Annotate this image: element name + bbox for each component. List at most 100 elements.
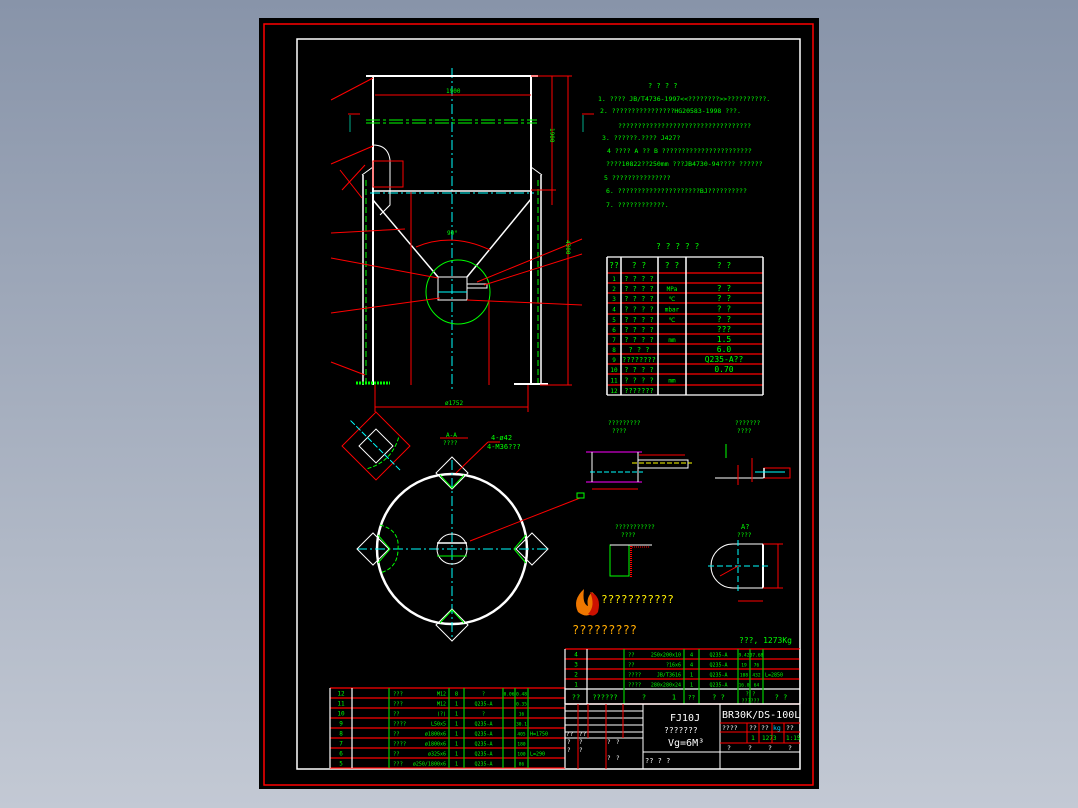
tb-label: ??: [786, 724, 794, 732]
sign-label: ?: [607, 755, 611, 762]
part-quantity: 1: [690, 683, 693, 689]
plan-hole-note-1: 4-ø42: [491, 434, 512, 442]
param-row-value: ? ?: [717, 294, 732, 303]
part-spec: JB/T3616: [657, 673, 681, 679]
tb-bottom-label: ?: [748, 744, 752, 752]
param-row-name: ? ? ? ?: [624, 306, 654, 314]
plan-view-sub: ????: [443, 440, 458, 447]
part-total-weight: 30.1: [516, 722, 527, 728]
part-quantity: 1: [455, 702, 458, 708]
detail-4-sub: ????: [737, 532, 752, 539]
note-line: ????10822??250mm ???JB4730-94???? ??????: [606, 160, 763, 168]
part-name: ???: [393, 762, 403, 768]
part-spec: (?): [437, 712, 446, 718]
header-drawing-no: ??????: [592, 694, 617, 702]
dim-overall-height: 4300: [564, 240, 571, 255]
part-spec: 250x200x10: [651, 653, 681, 659]
param-row-number: 9: [612, 357, 616, 364]
param-row-unit: mm: [668, 337, 676, 344]
detail-3-sub: ????: [621, 532, 636, 539]
tb-label: ??: [761, 724, 769, 732]
param-row-value: Q235-A??: [705, 355, 744, 364]
part-material: Q235-A: [709, 663, 727, 669]
param-row-value: ? ?: [717, 315, 732, 324]
tb-bottom-label: ?: [788, 744, 792, 752]
cone-angle-label: 90°: [447, 230, 458, 237]
note-line: 7. ????????????.: [606, 201, 669, 209]
part-name: ??: [393, 712, 400, 718]
header-spec: 1: [672, 694, 676, 702]
param-row-number: 8: [612, 347, 616, 354]
param-row-number: 2: [612, 286, 616, 293]
tb-bottom-label: ?: [727, 744, 731, 752]
param-table-header: ? ?: [717, 261, 732, 270]
param-row-name: ? ? ? ?: [624, 326, 654, 334]
param-row-name: ? ? ? ?: [624, 295, 654, 303]
part-material: Q235-A: [474, 732, 492, 738]
part-name: ???: [393, 692, 403, 698]
dim-bottom-width: ø1752: [445, 400, 463, 407]
param-row-name: ? ? ? ?: [624, 316, 654, 324]
param-row-name: ???????: [624, 387, 654, 395]
part-quantity: 1: [455, 712, 458, 718]
part-spec: M12: [437, 702, 446, 708]
part-material: Q235-A: [474, 752, 492, 758]
part-number: 12: [337, 691, 345, 698]
part-name: ???: [393, 702, 403, 708]
notes-title: ? ? ? ?: [648, 82, 678, 90]
part-material: Q235-A: [474, 762, 492, 768]
part-number: 10: [337, 711, 345, 718]
param-row-name: ? ? ?: [628, 346, 649, 354]
detail-2-title: ???????: [735, 420, 761, 427]
part-unit-weight: 16.0: [739, 683, 750, 689]
param-row-number: 10: [610, 367, 618, 374]
note-line: 1. ???? JB/T4736-1997<<????????>>???????…: [598, 95, 770, 103]
param-row-name: ????????: [622, 356, 656, 364]
part-name: ????: [393, 742, 406, 748]
part-name: ??: [628, 663, 635, 669]
drawing-number: BR30K/DS-100L: [722, 710, 800, 721]
note-line: 2. ????????????????HG20583-1998 ???.: [600, 107, 741, 115]
part-quantity: 1: [690, 673, 693, 679]
note-line: 3. ??????.???? J427?: [602, 134, 680, 142]
note-line: ??????????????????????????????????: [618, 122, 751, 130]
part-spec: ø1800x6: [425, 742, 446, 748]
param-table-header: ? ?: [665, 261, 680, 270]
part-total-weight: 0.48: [516, 692, 527, 698]
sign-label: ?: [567, 739, 571, 746]
tb-value-scale: 1:15: [786, 735, 801, 742]
param-row-value: ???: [717, 325, 732, 334]
logo-text-top: ???????????: [601, 593, 674, 606]
part-number: 8: [339, 731, 343, 738]
part-total-weight: 76: [754, 663, 760, 669]
param-table-row: 12???????: [610, 387, 653, 395]
detail-2-sub: ????: [737, 428, 752, 435]
part-number: 3: [574, 662, 578, 669]
note-line: 4 ???? A ?? B ???????????????????????: [607, 147, 752, 155]
part-name: ??: [628, 653, 635, 659]
part-unit-weight: 9.42: [739, 653, 750, 659]
part-unit-weight: 0.06: [504, 692, 515, 698]
sign-label: ?: [616, 739, 620, 746]
param-row-number: 6: [612, 327, 616, 334]
part-material: Q235-A: [709, 683, 727, 689]
part-quantity: 8: [455, 692, 458, 698]
header-weight: ? ?: [746, 692, 756, 698]
detail-1-title: ?????????: [608, 420, 641, 427]
part-name: ??: [393, 732, 400, 738]
part-spec: ?16x6: [666, 663, 681, 669]
part-number: 5: [339, 761, 343, 768]
tb-label: ????: [722, 724, 738, 732]
header-quantity: ??: [688, 695, 696, 702]
param-row-value: 6.0: [717, 345, 732, 354]
part-total-weight: 0.35: [516, 702, 527, 708]
part-name: ????: [628, 673, 641, 679]
param-row-number: 11: [610, 378, 618, 385]
param-row-number: 7: [612, 337, 616, 344]
param-table-header: ? ?: [632, 261, 647, 270]
header-material: ? ?: [712, 694, 725, 702]
part-total-weight: 100: [517, 752, 525, 758]
param-row-name: ? ? ? ?: [624, 366, 654, 374]
part-quantity: 1: [455, 762, 458, 768]
part-material: Q235-A: [709, 653, 727, 659]
